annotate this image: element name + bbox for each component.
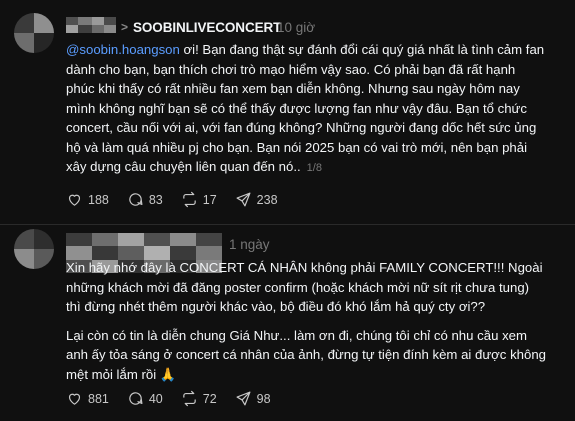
repost-count: 17 [202, 192, 217, 207]
body-line: mình không nghĩ bạn sẽ có thể thấy được … [66, 100, 527, 116]
post-time: 10 giờ [277, 20, 316, 35]
body-line: concert, cầu nối với ai, với fan đúng kh… [66, 120, 537, 135]
username-pixelated[interactable] [66, 17, 116, 33]
post-body: @soobin.hoangson ơi! Bạn đang thật sự đá… [66, 42, 545, 174]
page-indicator: 1/8 [306, 162, 322, 174]
body-line: hộ và làm quá nhiều pj cho bạn. Bạn nói … [66, 139, 528, 155]
share-button[interactable]: 98 [235, 390, 271, 407]
body-line: những khách mời đã đăng poster confirm (… [66, 279, 530, 295]
share-count: 238 [256, 192, 278, 207]
post-time: 1 ngày [229, 237, 270, 252]
repost-icon [182, 390, 196, 407]
like-count: 881 [88, 391, 109, 406]
like-button[interactable]: 188 [66, 191, 109, 208]
thread-post-2: 1 ngày Xin hãy nhớ đây là CONCERT CÁ NHÂ… [0, 225, 575, 421]
body-line: xây dựng câu chuyện liên quan đến nó.. [66, 159, 301, 174]
comment-button[interactable]: 83 [127, 191, 163, 208]
post-actions: 881 40 72 98 [66, 390, 289, 407]
mention-link[interactable]: @soobin.hoangson [66, 42, 180, 57]
heart-icon [68, 393, 81, 405]
heart-icon [68, 194, 81, 206]
body-line: phúc khi thấy có rất nhiều fan xem bạn d… [66, 81, 520, 96]
comment-count: 40 [148, 391, 163, 406]
avatar[interactable] [14, 229, 54, 269]
comment-icon [129, 193, 143, 206]
avatar[interactable] [14, 13, 54, 53]
repost-button[interactable]: 17 [181, 191, 217, 208]
body-line: Lại còn có tin là diễn chung Giá Như... … [66, 327, 527, 343]
target-account[interactable]: SOOBINLIVECONCERT [133, 21, 281, 35]
share-button[interactable]: 238 [235, 191, 278, 208]
share-icon [236, 391, 251, 406]
body-line: mệt mỏi lắm rồi 🙏 [66, 366, 177, 382]
body-line: Xin hãy nhớ đây là CONCERT CÁ NHÂN không… [66, 260, 543, 275]
comment-button[interactable]: 40 [127, 390, 163, 407]
post-actions: 188 83 17 238 [66, 191, 296, 208]
repost-icon [182, 191, 196, 208]
share-icon [236, 192, 251, 207]
comment-count: 83 [148, 192, 163, 207]
like-count: 188 [88, 192, 109, 207]
repost-count: 72 [202, 391, 217, 406]
post-body: Xin hãy nhớ đây là CONCERT CÁ NHÂN không… [66, 258, 546, 384]
body-line: anh ấy tỏa sáng ở concert cá nhân của ản… [66, 347, 546, 362]
body-line: dành cho bạn, bạn thích chơi trò mạo hiể… [66, 61, 516, 77]
chevron-right-icon: > [121, 20, 129, 34]
thread-post-1: > SOOBINLIVECONCERT 10 giờ @soobin.hoang… [0, 0, 575, 224]
body-line: thì đừng nhét thêm người khác vào, bộ đi… [66, 299, 486, 314]
repost-button[interactable]: 72 [181, 390, 217, 407]
comment-icon [129, 392, 143, 405]
share-count: 98 [256, 391, 271, 406]
like-button[interactable]: 881 [66, 390, 109, 407]
